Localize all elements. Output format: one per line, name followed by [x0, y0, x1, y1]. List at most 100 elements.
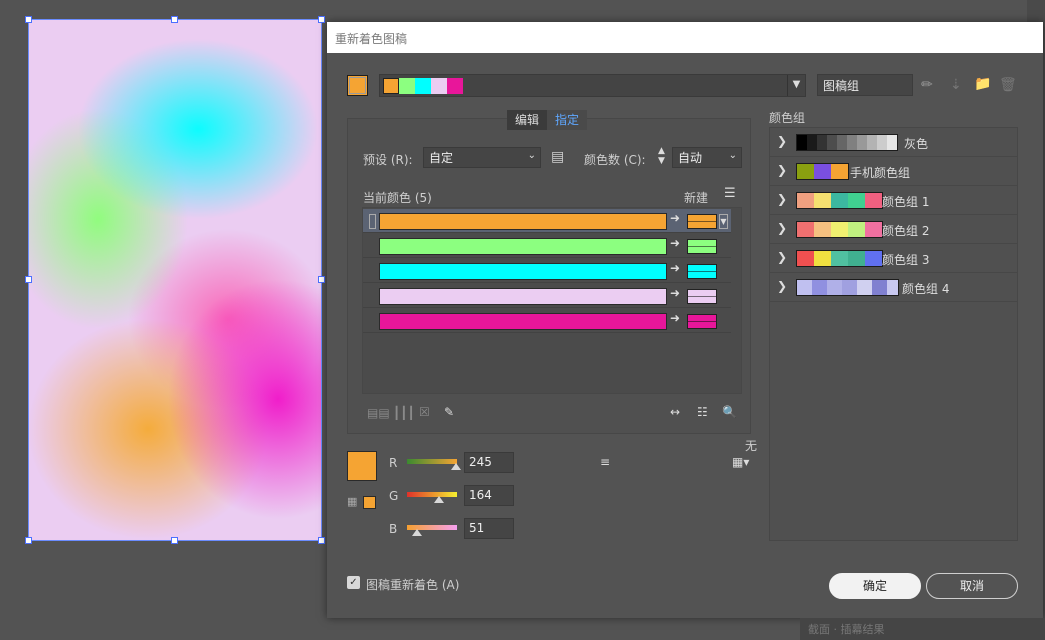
- r-value-input[interactable]: 245: [464, 452, 514, 473]
- g-slider[interactable]: [407, 492, 457, 503]
- current-color-bar[interactable]: [379, 288, 667, 305]
- separate-colors-icon[interactable]: ┃┃┃: [393, 406, 415, 420]
- g-value-input[interactable]: 164: [464, 485, 514, 506]
- tab-assign[interactable]: 指定: [547, 110, 588, 130]
- selection-handle[interactable]: [171, 537, 178, 544]
- color-groups-list: ❯ 灰色 ❯ 手机颜色组 ❯ 颜色组 1 ❯ 颜色组 2 ❯ 颜色组 3 ❯ 颜…: [769, 127, 1018, 541]
- color-row[interactable]: ➜: [363, 284, 731, 308]
- color-model-icon[interactable]: ▦▾: [732, 455, 749, 469]
- group-swatches[interactable]: [796, 221, 883, 238]
- preset-options-icon[interactable]: ▤: [551, 149, 564, 165]
- recolor-artwork-label: 图稿重新着色 (A): [366, 578, 460, 592]
- selection-outline: [28, 19, 322, 541]
- selection-handle[interactable]: [171, 16, 178, 23]
- slider-knob[interactable]: [412, 529, 422, 536]
- arrow-right-icon[interactable]: ➜: [670, 236, 680, 250]
- chevron-down-icon[interactable]: ▼: [719, 214, 728, 229]
- trash-icon[interactable]: 🗑: [999, 77, 1017, 93]
- new-color-swatch[interactable]: [687, 214, 717, 229]
- current-color-bar[interactable]: [379, 238, 667, 255]
- chevron-down-icon[interactable]: ▼: [787, 75, 805, 96]
- current-color-bar[interactable]: [379, 213, 667, 230]
- color-group-row[interactable]: ❯ 灰色: [770, 128, 1017, 157]
- palette-bar[interactable]: ▼: [379, 74, 806, 97]
- color-row[interactable]: ➜ ▼: [363, 209, 731, 233]
- color-row[interactable]: ➜: [363, 259, 731, 283]
- arrow-right-icon[interactable]: ➜: [670, 211, 680, 225]
- color-row[interactable]: ➜: [363, 234, 731, 258]
- stepper-icon[interactable]: ▲ ▼: [658, 146, 665, 166]
- color-group-row[interactable]: ❯ 颜色组 4: [770, 273, 1017, 302]
- chevron-right-icon[interactable]: ❯: [777, 221, 787, 235]
- randomize-order-icon[interactable]: ↔: [670, 405, 680, 419]
- slider-knob[interactable]: [434, 496, 444, 503]
- r-slider[interactable]: [407, 459, 461, 470]
- color-mode-menu-icon[interactable]: ≡: [600, 455, 610, 469]
- color-group-row[interactable]: ❯ 手机颜色组: [770, 157, 1017, 186]
- slider-knob[interactable]: [451, 463, 461, 470]
- group-swatches[interactable]: [796, 279, 899, 296]
- color-group-row[interactable]: ❯ 颜色组 3: [770, 244, 1017, 273]
- selection-handle[interactable]: [25, 16, 32, 23]
- color-group-row[interactable]: ❯ 颜色组 2: [770, 215, 1017, 244]
- new-color-swatch[interactable]: [687, 314, 717, 329]
- active-color-swatch[interactable]: [347, 75, 368, 96]
- cancel-button[interactable]: 取消: [926, 573, 1018, 599]
- selection-handle[interactable]: [25, 276, 32, 283]
- palette-swatch[interactable]: [447, 77, 463, 94]
- eyedropper-icon[interactable]: ✏: [921, 77, 933, 93]
- arrow-right-icon[interactable]: ➜: [670, 311, 680, 325]
- color-mapping-list[interactable]: ➜ ▼ ➜ ➜ ➜ ➜: [362, 207, 742, 394]
- arrow-right-icon[interactable]: ➜: [670, 261, 680, 275]
- palette-swatch[interactable]: [399, 77, 415, 94]
- selection-handle[interactable]: [25, 537, 32, 544]
- selected-color-swatch[interactable]: [347, 451, 377, 481]
- current-color-bar[interactable]: [379, 313, 667, 330]
- exclude-colors-icon[interactable]: ☒: [419, 405, 430, 419]
- group-swatches[interactable]: [796, 163, 849, 180]
- palette-swatch[interactable]: [383, 77, 399, 94]
- chevron-right-icon[interactable]: ❯: [777, 192, 787, 206]
- palette-swatch[interactable]: [415, 77, 431, 94]
- color-row[interactable]: ➜: [363, 309, 731, 333]
- palette-swatch[interactable]: [431, 77, 447, 94]
- selection-handle[interactable]: [318, 537, 325, 544]
- ok-button[interactable]: 确定: [829, 573, 921, 599]
- color-groups-title: 颜色组: [769, 111, 806, 125]
- new-color-swatch[interactable]: [687, 264, 717, 279]
- folder-icon[interactable]: 📁: [974, 76, 991, 92]
- tab-edit[interactable]: 编辑: [507, 110, 548, 130]
- group-swatches[interactable]: [796, 192, 883, 209]
- recolor-artwork-checkbox[interactable]: ✓: [347, 576, 360, 589]
- find-color-icon[interactable]: 🔍: [722, 405, 737, 419]
- b-slider[interactable]: [407, 525, 457, 536]
- new-row-icon[interactable]: ✎: [444, 405, 454, 419]
- cube-icon[interactable]: ▦: [347, 495, 357, 508]
- group-name-field[interactable]: 图稿组: [817, 74, 913, 96]
- selection-handle[interactable]: [318, 16, 325, 23]
- selection-handle[interactable]: [318, 276, 325, 283]
- preset-select[interactable]: 自定 ⌄: [423, 147, 541, 168]
- current-color-bar[interactable]: [379, 263, 667, 280]
- group-swatches[interactable]: [796, 250, 883, 267]
- grip-icon[interactable]: [369, 214, 376, 229]
- list-menu-icon[interactable]: ☰: [724, 186, 736, 201]
- new-color-swatch[interactable]: [687, 239, 717, 254]
- group-swatches[interactable]: [796, 134, 898, 151]
- chevron-right-icon[interactable]: ❯: [777, 163, 787, 177]
- arrow-right-icon[interactable]: ➜: [670, 286, 680, 300]
- b-value-input[interactable]: 51: [464, 518, 514, 539]
- color-group-row[interactable]: ❯ 颜色组 1: [770, 186, 1017, 215]
- save-group-icon[interactable]: ⇣: [950, 77, 962, 93]
- web-safe-swatch[interactable]: [363, 496, 376, 509]
- colors-count-label: 颜色数 (C):: [584, 153, 646, 167]
- chevron-right-icon[interactable]: ❯: [777, 134, 787, 148]
- group-name: 灰色: [904, 137, 929, 151]
- none-label: 无: [745, 439, 758, 453]
- randomize-saturation-icon[interactable]: ☷: [697, 405, 708, 419]
- new-color-swatch[interactable]: [687, 289, 717, 304]
- chevron-right-icon[interactable]: ❯: [777, 250, 787, 264]
- chevron-right-icon[interactable]: ❯: [777, 279, 787, 293]
- merge-colors-icon[interactable]: ▤▤: [367, 406, 390, 420]
- colors-count-select[interactable]: 自动 ⌄: [672, 147, 742, 168]
